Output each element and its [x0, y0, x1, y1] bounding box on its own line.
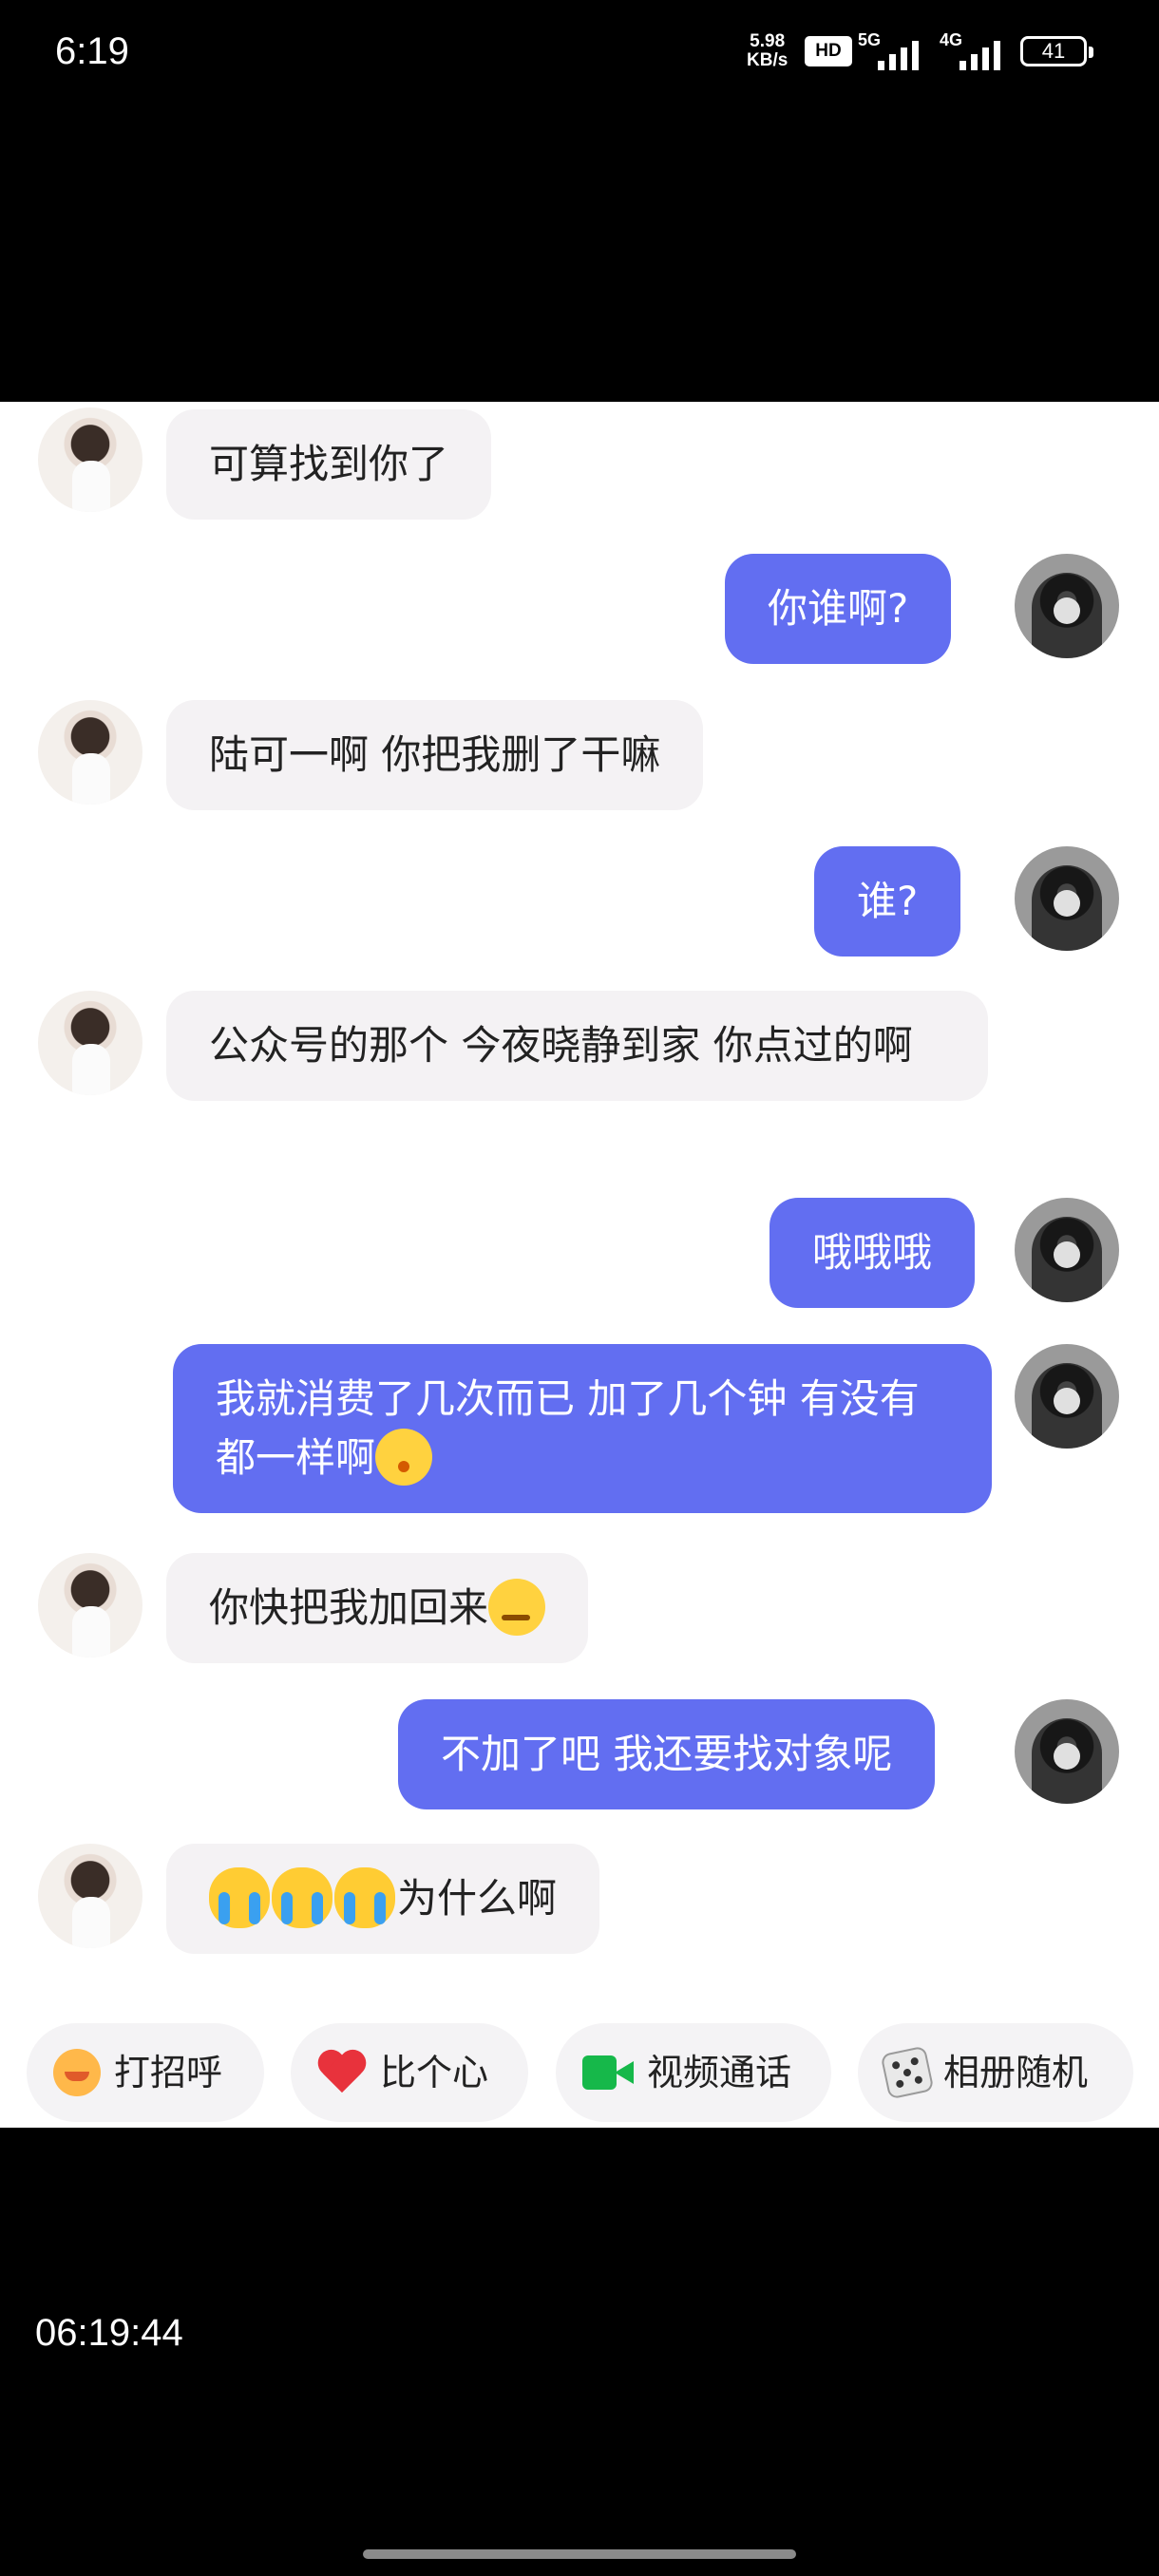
message-text: 你快把我加回来: [209, 1584, 489, 1631]
crying-face-emoji: [272, 1866, 332, 1928]
message-text: 为什么啊: [397, 1875, 558, 1922]
contact-avatar[interactable]: [38, 991, 142, 1095]
message-text: 我就消费了几次而已 加了几个钟 有没有都一样啊: [216, 1375, 920, 1481]
kissing-face-emoji: [375, 1428, 433, 1486]
incoming-message[interactable]: 公众号的那个 今夜晓静到家 你点过的啊: [166, 991, 988, 1101]
message-text: 谁?: [857, 878, 919, 924]
quick-action-label: 打招呼: [114, 2052, 223, 2093]
quick-action-label: 比个心: [380, 2052, 489, 2093]
my-avatar[interactable]: [1015, 846, 1119, 951]
hd-icon: HD: [805, 36, 852, 66]
status-bar: 6:19 5.98 KB/s HD 5G 4G 41: [0, 0, 1159, 104]
status-time: 6:19: [55, 30, 129, 72]
my-avatar[interactable]: [1015, 1198, 1119, 1302]
message-text: 陆可一啊 你把我删了干嘛: [209, 731, 661, 778]
outgoing-message[interactable]: 不加了吧 我还要找对象呢: [398, 1699, 936, 1809]
contact-avatar[interactable]: [38, 1844, 142, 1948]
quick-action-heart[interactable]: 比个心: [291, 2023, 528, 2122]
message-text: 可算找到你了: [209, 441, 449, 487]
incoming-message[interactable]: 为什么啊: [166, 1844, 600, 1954]
quick-action-video-call[interactable]: 视频通话: [556, 2023, 831, 2122]
message-text: 你谁啊?: [768, 585, 909, 632]
message-text: 公众号的那个 今夜晓静到家 你点过的啊: [209, 1022, 913, 1069]
wave-icon: [53, 2048, 101, 2096]
contact-avatar[interactable]: [38, 407, 142, 512]
signal-5g-icon: [878, 41, 919, 70]
incoming-message[interactable]: 可算找到你了: [166, 409, 492, 520]
chat-area[interactable]: 可算找到你了 你谁啊? 陆可一啊 你把我删了干嘛 谁? 公众号的那个 今夜晓静到…: [0, 402, 1159, 2128]
message-text: 哦哦哦: [812, 1229, 933, 1276]
network-speed-value: 5.98: [750, 31, 786, 51]
crying-face-emoji: [334, 1866, 395, 1928]
outgoing-message[interactable]: 我就消费了几次而已 加了几个钟 有没有都一样啊: [173, 1344, 992, 1513]
crying-face-emoji: [209, 1866, 270, 1928]
network-speed-unit: KB/s: [747, 50, 788, 70]
outgoing-message[interactable]: 哦哦哦: [770, 1198, 976, 1308]
outgoing-message[interactable]: 谁?: [814, 846, 961, 957]
smug-face-emoji: [488, 1578, 546, 1636]
my-avatar[interactable]: [1015, 1344, 1119, 1449]
contact-avatar[interactable]: [38, 1553, 142, 1657]
battery-icon: 41: [1020, 36, 1093, 66]
contact-avatar[interactable]: [38, 700, 142, 805]
message-text: 不加了吧 我还要找对象呢: [441, 1731, 893, 1777]
quick-action-greet[interactable]: 打招呼: [27, 2023, 264, 2122]
outgoing-message[interactable]: 你谁啊?: [725, 554, 952, 664]
signal-4g-icon: [960, 41, 1000, 70]
network-speed: 5.98 KB/s: [747, 32, 788, 70]
quick-action-label: 视频通话: [647, 2052, 792, 2093]
heart-icon: [317, 2049, 367, 2096]
home-indicator[interactable]: [363, 2549, 796, 2559]
incoming-message[interactable]: 陆可一啊 你把我删了干嘛: [166, 700, 704, 810]
quick-action-label: 相册随机: [943, 2052, 1089, 2093]
incoming-message[interactable]: 你快把我加回来: [166, 1553, 589, 1663]
my-avatar[interactable]: [1015, 554, 1119, 658]
overlay-timestamp: 06:19:44: [35, 2312, 183, 2354]
my-avatar[interactable]: [1015, 1699, 1119, 1804]
quick-action-random-album[interactable]: 相册随机: [858, 2023, 1133, 2122]
dice-icon: [880, 2045, 935, 2099]
video-call-icon: [582, 2055, 634, 2090]
